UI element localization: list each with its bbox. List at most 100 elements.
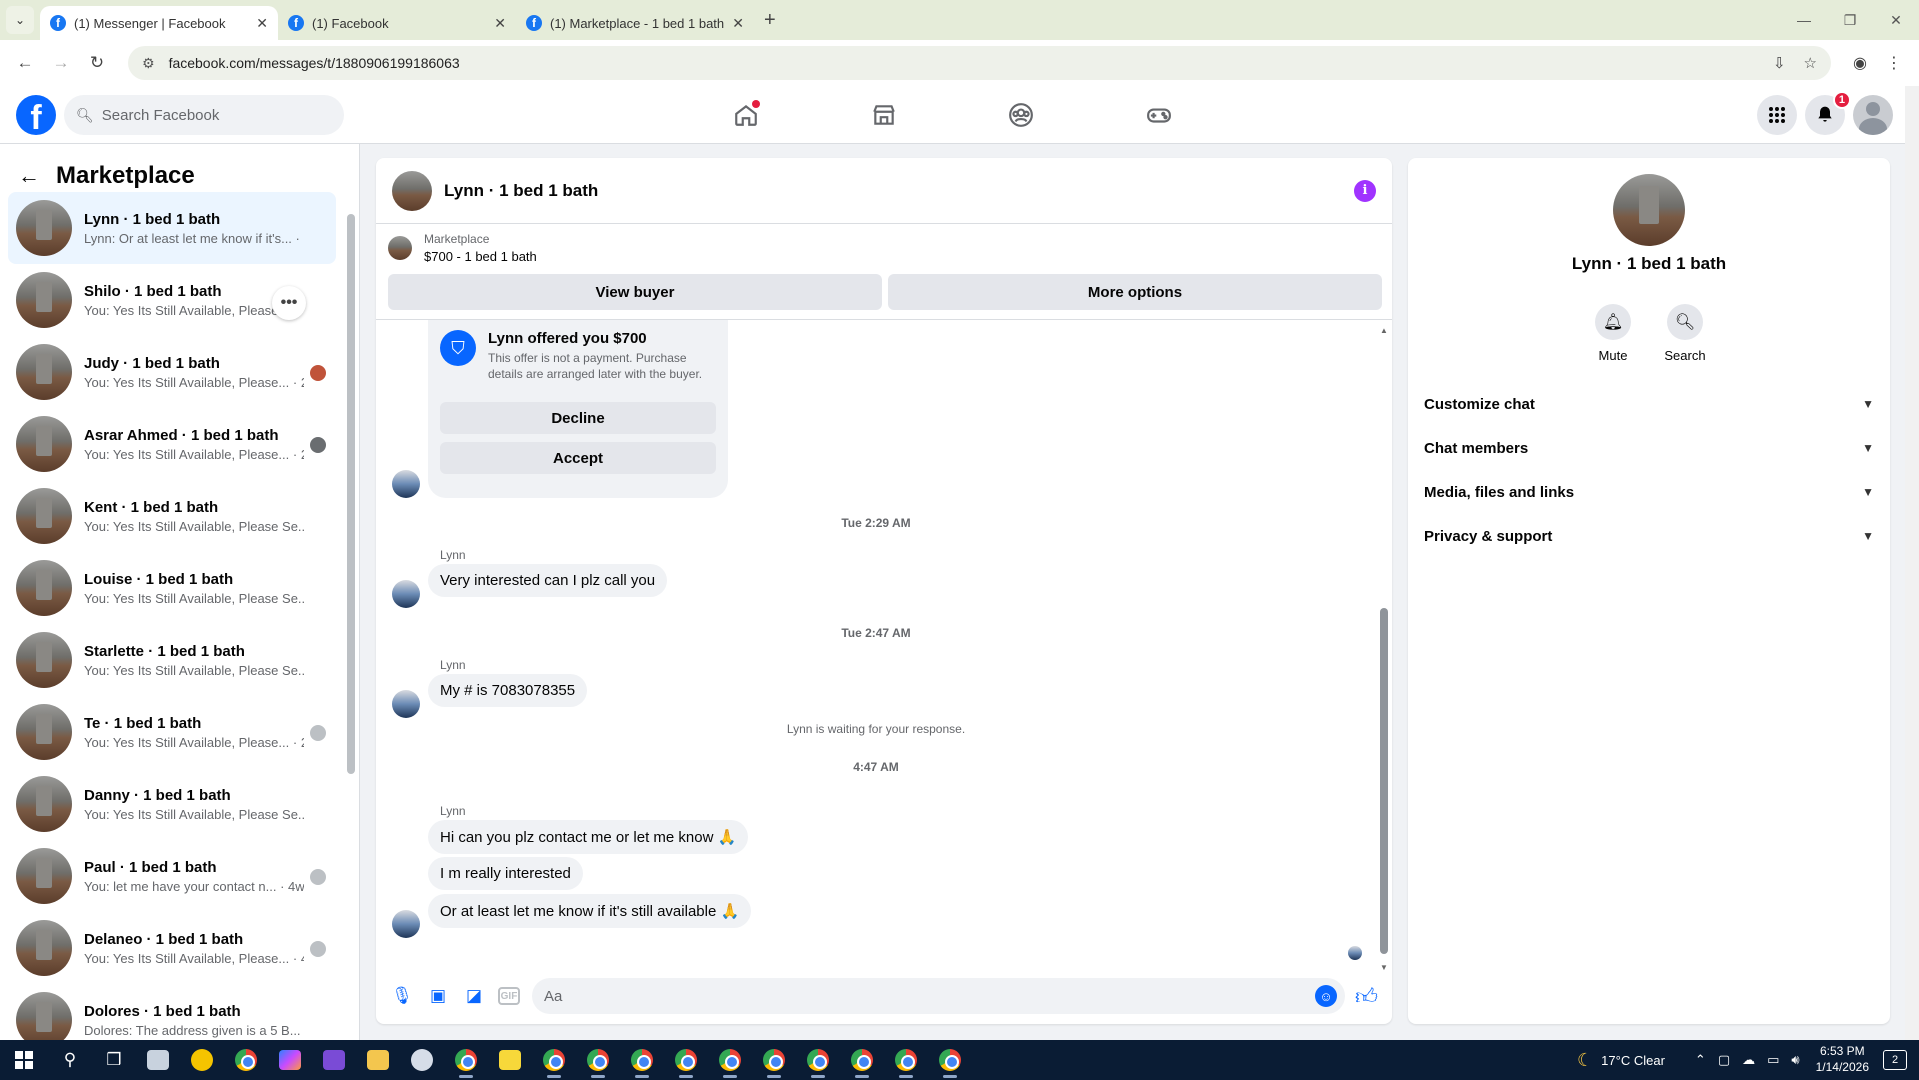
- profile-avatar[interactable]: [1853, 95, 1893, 135]
- facebook-logo-icon[interactable]: f: [16, 95, 56, 135]
- conversation-item[interactable]: Lynn · 1 bed 1 bath Lynn: Or at least le…: [8, 192, 336, 264]
- thumbs-up-icon[interactable]: 👍︎: [1355, 983, 1378, 1010]
- message-bubble[interactable]: Very interested can I plz call you: [428, 564, 668, 597]
- close-window-icon[interactable]: ✕: [1873, 0, 1919, 40]
- privacy-support-section[interactable]: Privacy & support ▼: [1416, 514, 1882, 558]
- start-button[interactable]: [0, 1040, 48, 1080]
- chrome-icon[interactable]: [708, 1040, 752, 1080]
- chrome-icon[interactable]: [884, 1040, 928, 1080]
- scrollbar-thumb[interactable]: [347, 214, 355, 774]
- facebook-search-input[interactable]: 🔍︎ Search Facebook: [64, 95, 344, 135]
- page-scrollbar[interactable]: [1905, 86, 1919, 1040]
- chrome-icon[interactable]: [444, 1040, 488, 1080]
- tab-search-icon[interactable]: ⌄: [6, 6, 34, 34]
- back-icon[interactable]: ←: [10, 48, 40, 78]
- notification-center-icon[interactable]: 2: [1883, 1050, 1907, 1070]
- scrollbar-thumb[interactable]: [1380, 608, 1388, 954]
- browser-profile-icon[interactable]: ◉: [1845, 48, 1875, 78]
- sender-avatar[interactable]: [392, 580, 420, 608]
- conversation-item[interactable]: Te · 1 bed 1 bath You: Yes Its Still Ava…: [8, 696, 336, 768]
- url-field[interactable]: ⚙ facebook.com/messages/t/18809061991860…: [128, 46, 1831, 80]
- conversation-item[interactable]: Delaneo · 1 bed 1 bath You: Yes Its Stil…: [8, 912, 336, 984]
- network-icon[interactable]: ▭: [1767, 1052, 1779, 1068]
- chrome-icon[interactable]: [620, 1040, 664, 1080]
- forward-icon[interactable]: →: [46, 48, 76, 78]
- menu-grid-icon[interactable]: [1757, 95, 1797, 135]
- chat-avatar[interactable]: [392, 170, 432, 211]
- mute-button[interactable]: 🔔︎ Mute: [1577, 304, 1649, 363]
- new-tab-icon[interactable]: +: [764, 9, 776, 32]
- microphone-icon[interactable]: 🎙︎: [390, 984, 414, 1008]
- emoji-icon[interactable]: ☺: [1315, 985, 1337, 1007]
- weather-widget[interactable]: ☾ 17°C Clear: [1577, 1050, 1665, 1071]
- photo-icon[interactable]: ▣: [426, 984, 450, 1008]
- conversation-options-icon[interactable]: •••: [272, 286, 306, 320]
- marketplace-icon[interactable]: [854, 86, 914, 144]
- browser-tab-facebook[interactable]: f (1) Facebook ✕: [278, 6, 516, 40]
- close-tab-icon[interactable]: ✕: [256, 15, 268, 32]
- chrome-icon[interactable]: [840, 1040, 884, 1080]
- conversation-item[interactable]: Starlette · 1 bed 1 bath You: Yes Its St…: [8, 624, 336, 696]
- conversation-item[interactable]: Louise · 1 bed 1 bath You: Yes Its Still…: [8, 552, 336, 624]
- taskbar-app-icon[interactable]: [180, 1040, 224, 1080]
- taskbar-app-icon[interactable]: [312, 1040, 356, 1080]
- chat-members-section[interactable]: Chat members ▼: [1416, 426, 1882, 470]
- meet-icon[interactable]: ▢: [1718, 1052, 1730, 1068]
- taskbar-app-icon[interactable]: [400, 1040, 444, 1080]
- task-view-icon[interactable]: ❒: [92, 1040, 136, 1080]
- install-app-icon[interactable]: ⇩: [1773, 54, 1786, 72]
- clock[interactable]: 6:53 PM 1/14/2026: [1816, 1044, 1869, 1075]
- sender-avatar[interactable]: [392, 690, 420, 718]
- scroll-up-icon[interactable]: ▲: [1380, 326, 1388, 335]
- minimize-icon[interactable]: —: [1781, 0, 1827, 40]
- message-bubble[interactable]: Or at least let me know if it's still av…: [428, 894, 752, 928]
- file-explorer-icon[interactable]: [356, 1040, 400, 1080]
- chrome-icon[interactable]: [796, 1040, 840, 1080]
- sticker-icon[interactable]: ◪: [462, 984, 486, 1008]
- customize-chat-section[interactable]: Customize chat ▼: [1416, 382, 1882, 426]
- volume-icon[interactable]: 🔊︎: [1791, 1052, 1799, 1068]
- conversation-item[interactable]: Judy · 1 bed 1 bath You: Yes Its Still A…: [8, 336, 336, 408]
- message-bubble[interactable]: I m really interested: [428, 857, 583, 890]
- chrome-icon[interactable]: [928, 1040, 972, 1080]
- message-bubble[interactable]: My # is 7083078355: [428, 674, 588, 707]
- gif-icon[interactable]: GIF: [498, 987, 520, 1005]
- gaming-icon[interactable]: [1129, 86, 1189, 144]
- close-tab-icon[interactable]: ✕: [494, 15, 506, 32]
- more-options-button[interactable]: More options: [888, 274, 1382, 310]
- tray-expand-icon[interactable]: ⌃: [1695, 1052, 1706, 1068]
- browser-tab-messenger[interactable]: f (1) Messenger | Facebook ✕: [40, 6, 278, 40]
- copilot-icon[interactable]: [268, 1040, 312, 1080]
- groups-icon[interactable]: [991, 86, 1051, 144]
- sticky-notes-icon[interactable]: [488, 1040, 532, 1080]
- conversation-item[interactable]: Dolores · 1 bed 1 bath Dolores: The addr…: [8, 984, 336, 1040]
- home-icon[interactable]: [716, 86, 776, 144]
- chrome-icon[interactable]: [664, 1040, 708, 1080]
- view-buyer-button[interactable]: View buyer: [388, 274, 882, 310]
- conversation-item[interactable]: Kent · 1 bed 1 bath You: Yes Its Still A…: [8, 480, 336, 552]
- close-tab-icon[interactable]: ✕: [732, 15, 744, 32]
- message-bubble[interactable]: Hi can you plz contact me or let me know…: [428, 820, 749, 854]
- reload-icon[interactable]: ↻: [82, 48, 112, 78]
- conversation-info-icon[interactable]: i: [1354, 179, 1376, 202]
- browser-menu-icon[interactable]: ⋮: [1879, 48, 1909, 78]
- sender-avatar[interactable]: [392, 910, 420, 938]
- search-in-conversation-button[interactable]: 🔍︎ Search: [1649, 304, 1721, 363]
- conversation-item[interactable]: Asrar Ahmed · 1 bed 1 bath You: Yes Its …: [8, 408, 336, 480]
- notifications-bell-icon[interactable]: 1: [1805, 91, 1851, 135]
- taskbar-search-icon[interactable]: ⚲: [48, 1040, 92, 1080]
- chrome-icon[interactable]: [576, 1040, 620, 1080]
- taskbar-app-icon[interactable]: [136, 1040, 180, 1080]
- bookmark-star-icon[interactable]: ☆: [1804, 54, 1817, 72]
- decline-offer-button[interactable]: Decline: [440, 402, 716, 435]
- site-info-icon[interactable]: ⚙: [142, 55, 155, 72]
- accept-offer-button[interactable]: Accept: [440, 442, 716, 475]
- chat-title[interactable]: Lynn · 1 bed 1 bath: [444, 181, 1354, 201]
- media-files-links-section[interactable]: Media, files and links ▼: [1416, 470, 1882, 514]
- sender-avatar[interactable]: [392, 470, 420, 498]
- back-arrow-icon[interactable]: ←: [18, 163, 40, 189]
- conversation-list-scrollbar[interactable]: [347, 196, 355, 1036]
- browser-tab-marketplace[interactable]: f (1) Marketplace - 1 bed 1 bath ✕: [516, 6, 754, 40]
- conversation-item[interactable]: Paul · 1 bed 1 bath You: let me have you…: [8, 840, 336, 912]
- cloud-icon[interactable]: ☁: [1742, 1052, 1755, 1068]
